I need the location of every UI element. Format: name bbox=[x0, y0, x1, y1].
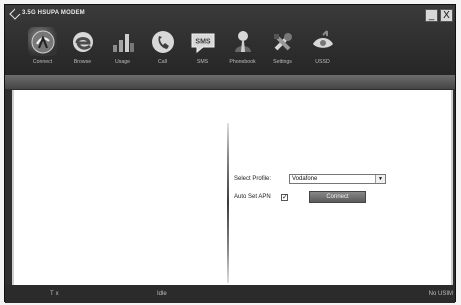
usage-icon bbox=[108, 27, 137, 56]
status-bar: T x Idle No USIM bbox=[5, 285, 455, 303]
toolbar-call-label: Call bbox=[158, 59, 167, 65]
auto-set-apn-label: Auto Set APN bbox=[234, 194, 271, 200]
toolbar-connect-label: Connect bbox=[32, 59, 53, 65]
toolbar-call[interactable]: Call bbox=[145, 25, 180, 72]
toolbar-sms-label: SMS bbox=[196, 59, 209, 65]
browse-icon bbox=[68, 27, 97, 56]
signal-status: T x bbox=[50, 291, 59, 297]
window-title-text: 3.5G HSUPA MODEM bbox=[22, 10, 85, 16]
call-icon bbox=[148, 27, 177, 56]
ussd-icon bbox=[308, 27, 337, 56]
main-content: Select Profile: Vodafone ▼ Auto Set APN … bbox=[12, 90, 453, 285]
profile-row: Select Profile: Vodafone ▼ bbox=[234, 173, 444, 185]
signal-suffix: x bbox=[55, 291, 59, 297]
connect-form: Select Profile: Vodafone ▼ Auto Set APN … bbox=[234, 173, 444, 209]
toolbar-separator-band bbox=[5, 75, 455, 89]
app-window: 3.5G HSUPA MODEM _ X Connect Browse Usag… bbox=[4, 4, 456, 303]
settings-icon bbox=[268, 27, 297, 56]
toolbar-settings[interactable]: Settings bbox=[265, 25, 300, 72]
connection-status-text: Idle bbox=[157, 291, 167, 297]
content-divider bbox=[227, 123, 229, 283]
toolbar-usage-label: Usage bbox=[115, 59, 130, 65]
toolbar-connect[interactable]: Connect bbox=[25, 25, 60, 72]
profile-select[interactable]: Vodafone ▼ bbox=[289, 174, 386, 184]
connect-icon bbox=[28, 27, 57, 56]
sms-icon: SMS bbox=[188, 27, 217, 56]
signal-icon: T bbox=[50, 291, 54, 297]
toolbar-browse[interactable]: Browse bbox=[65, 25, 100, 72]
toolbar-ussd-label: USSD bbox=[315, 59, 330, 65]
main-toolbar: Connect Browse Usage Call SMS SMS Phoneb… bbox=[25, 25, 340, 72]
close-button[interactable]: X bbox=[440, 9, 453, 22]
toolbar-phonebook[interactable]: Phonebook bbox=[225, 25, 260, 72]
toolbar-sms[interactable]: SMS SMS bbox=[185, 25, 220, 72]
select-profile-label: Select Profile: bbox=[234, 176, 272, 182]
toolbar-browse-label: Browse bbox=[73, 59, 92, 65]
top-bar: 3.5G HSUPA MODEM _ X Connect Browse Usag… bbox=[5, 5, 455, 75]
sms-icon-text: SMS bbox=[195, 38, 211, 45]
connect-button[interactable]: Connect bbox=[309, 191, 366, 203]
dropdown-arrow-icon[interactable]: ▼ bbox=[375, 175, 385, 183]
profile-select-value: Vodafone bbox=[292, 176, 318, 182]
toolbar-settings-label: Settings bbox=[273, 59, 292, 65]
auto-set-apn-checkbox[interactable]: ✓ bbox=[281, 194, 288, 201]
toolbar-ussd[interactable]: USSD bbox=[305, 25, 340, 72]
minimize-button[interactable]: _ bbox=[425, 9, 438, 22]
toolbar-usage[interactable]: Usage bbox=[105, 25, 140, 72]
window-title: 3.5G HSUPA MODEM bbox=[10, 9, 85, 17]
app-logo-icon bbox=[10, 9, 18, 17]
device-status-text: No USIM bbox=[428, 291, 453, 297]
toolbar-phonebook-label: Phonebook bbox=[229, 59, 256, 65]
phonebook-icon bbox=[228, 27, 257, 56]
window-controls: _ X bbox=[425, 9, 453, 22]
auto-apn-row: Auto Set APN ✓ Connect bbox=[234, 191, 444, 203]
